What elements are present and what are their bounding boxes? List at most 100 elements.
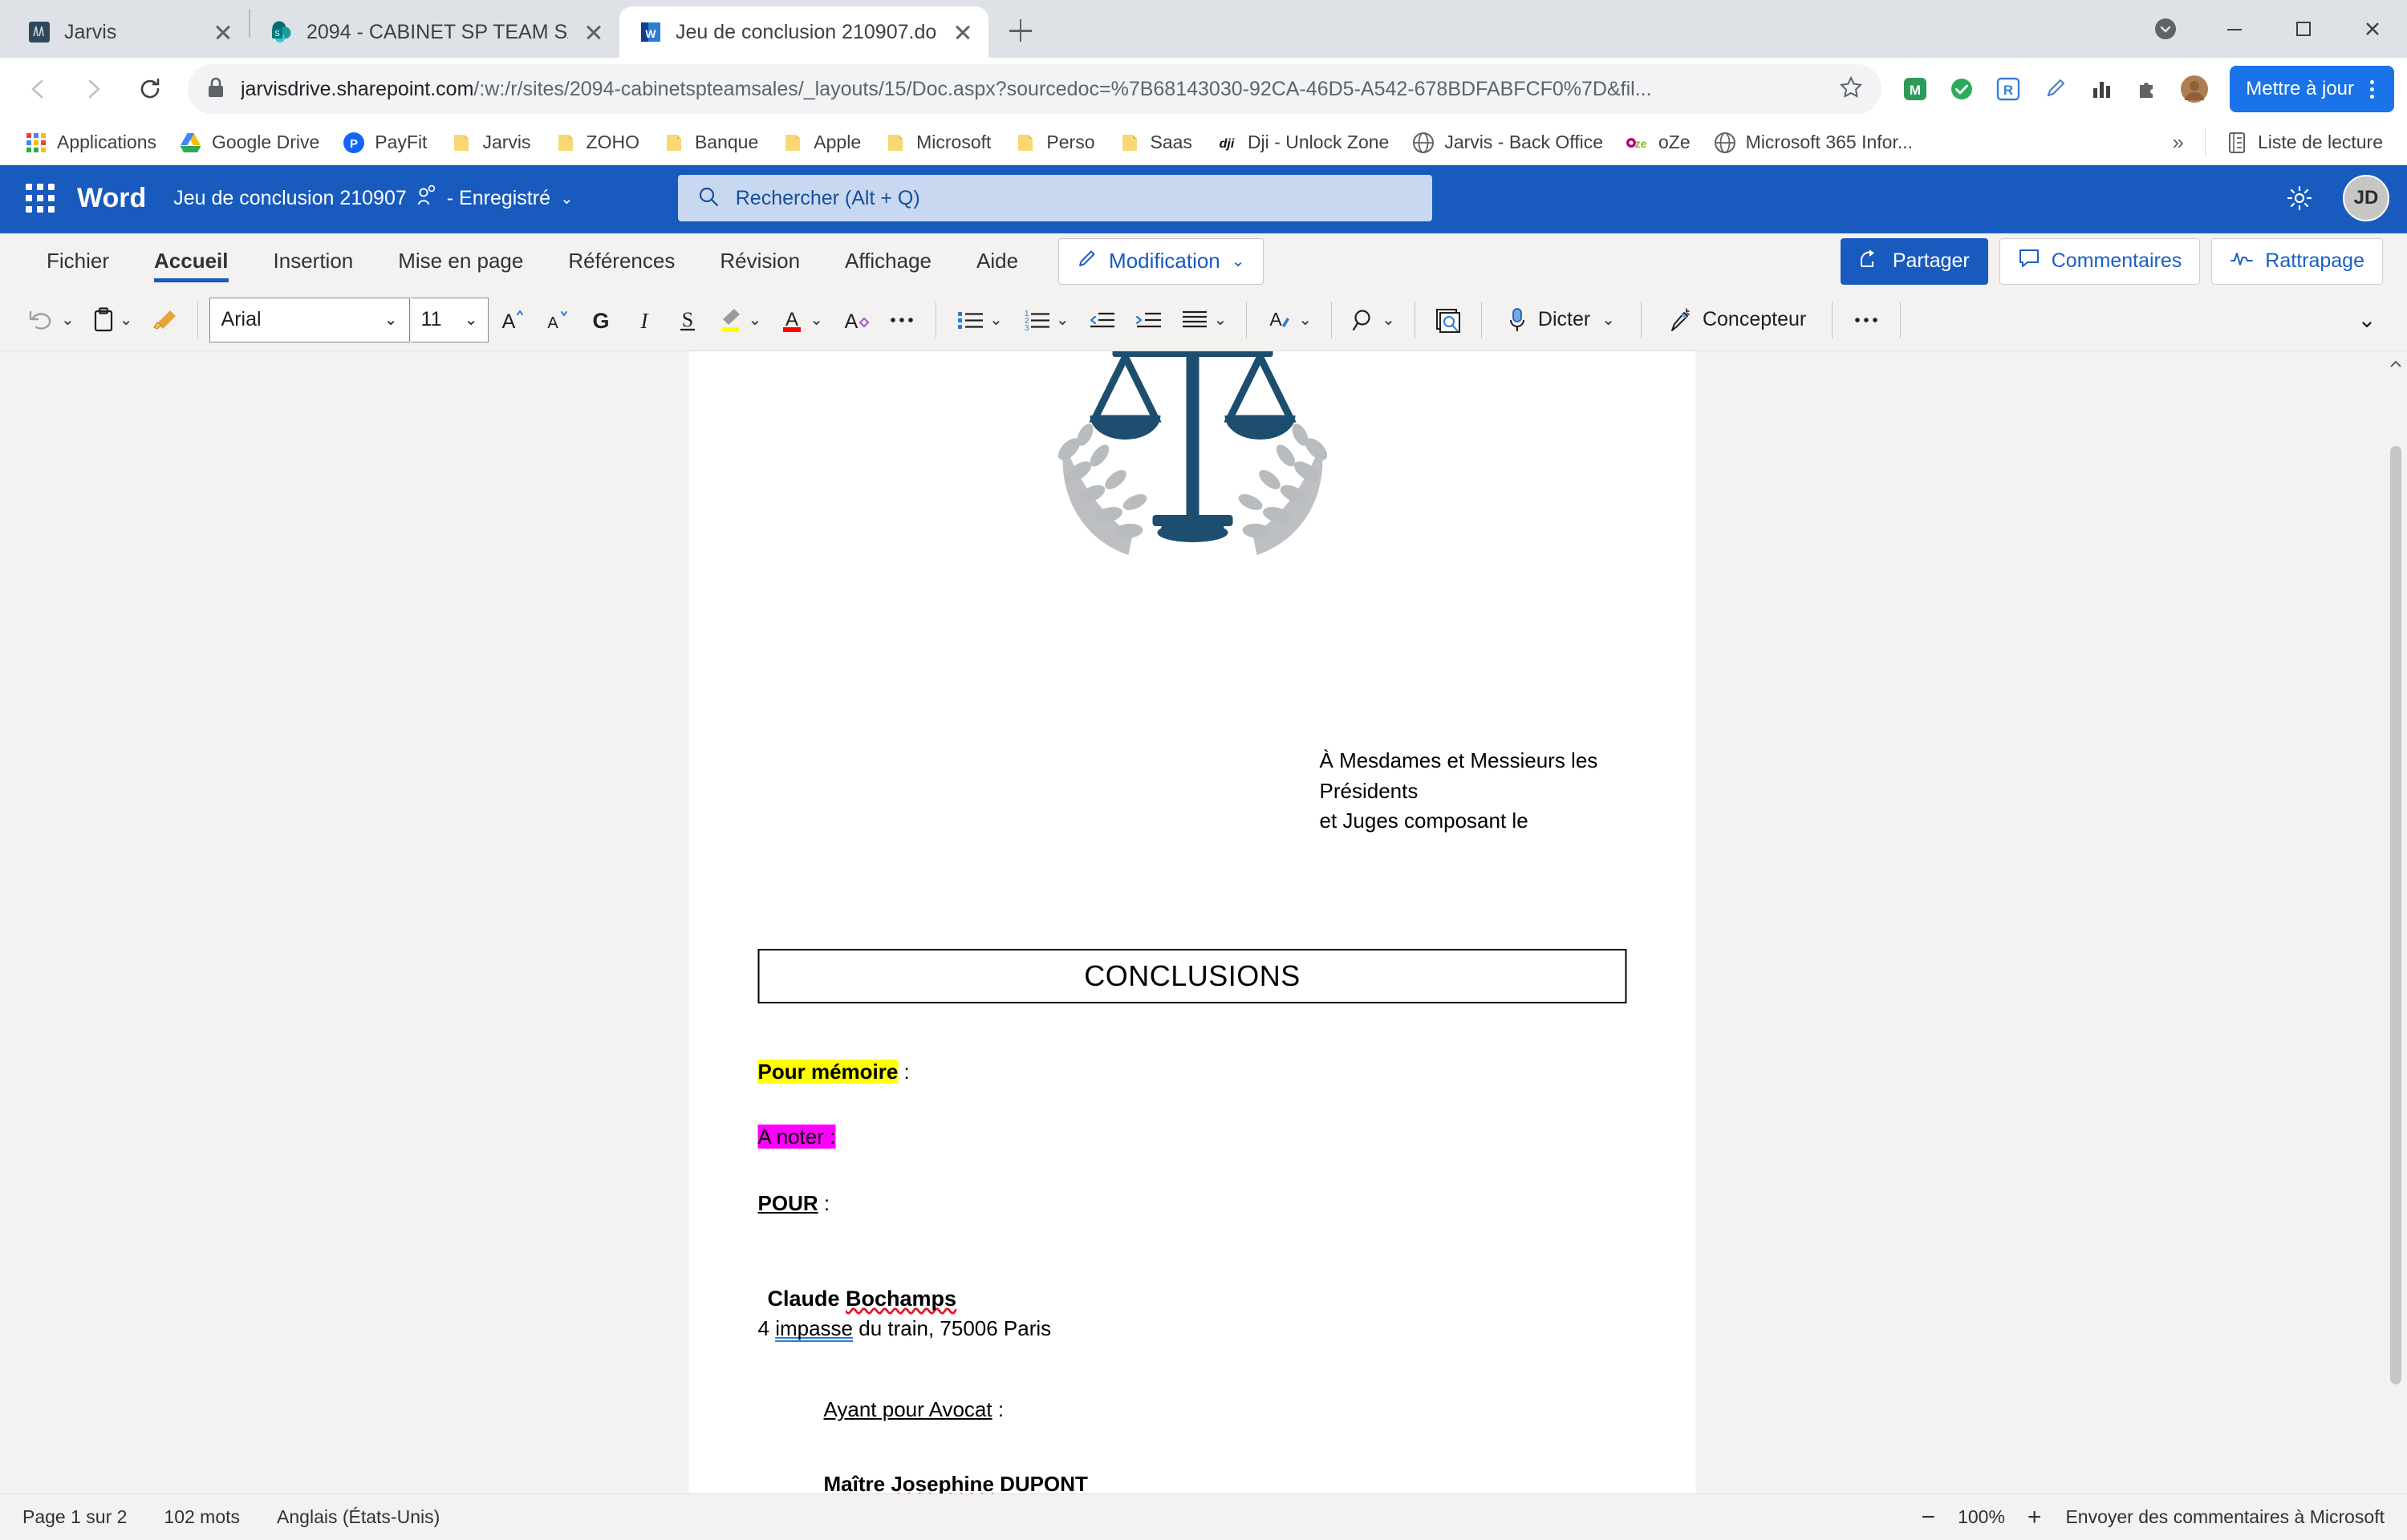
chrome-menu-icon[interactable] <box>2365 79 2378 99</box>
paragraph-alignment-button[interactable]: ⌄ <box>1172 296 1236 344</box>
chevron-down-icon[interactable]: ⌄ <box>989 310 1003 330</box>
decrease-indent-button[interactable] <box>1079 296 1124 344</box>
bookmark-payfit[interactable]: P PayFit <box>332 124 436 161</box>
new-tab-button[interactable] <box>998 8 1043 53</box>
address-bar[interactable]: jarvisdrive.sharepoint.com/:w:/r/sites/2… <box>188 64 1882 114</box>
more-font-options-button[interactable] <box>879 296 924 344</box>
bookmark-zoho[interactable]: ZOHO <box>544 124 649 161</box>
bookmark-microsoft[interactable]: Microsoft <box>874 124 1001 161</box>
feedback-link[interactable]: Envoyer des commentaires à Microsoft <box>2065 1506 2385 1528</box>
browser-tab-word-document[interactable]: W Jeu de conclusion 210907.docx <box>619 6 988 58</box>
pen-extension-icon[interactable] <box>2034 68 2076 110</box>
word-brand-label[interactable]: Word <box>77 183 146 214</box>
text-highlight-button[interactable]: ⌄ <box>710 296 770 344</box>
zoom-level[interactable]: 100% <box>1958 1506 2005 1528</box>
tab-revision[interactable]: Révision <box>697 233 822 289</box>
font-color-button[interactable]: A ⌄ <box>771 296 831 344</box>
chart-extension-icon[interactable] <box>2080 68 2122 110</box>
grammarly-icon[interactable]: M <box>1894 68 1936 110</box>
underline-button[interactable]: S <box>667 296 708 344</box>
bookmarks-overflow-button[interactable]: » <box>2161 130 2195 155</box>
close-icon[interactable] <box>209 18 237 47</box>
word-count[interactable]: 102 mots <box>164 1506 240 1528</box>
gear-icon[interactable] <box>2277 176 2322 221</box>
profile-chevron-icon[interactable] <box>2131 0 2200 58</box>
numbered-list-button[interactable]: 123 ⌄ <box>1013 296 1078 344</box>
tab-mise-en-page[interactable]: Mise en page <box>375 233 546 289</box>
format-painter-button[interactable] <box>143 296 186 344</box>
reading-list-button[interactable]: Liste de lecture <box>2215 124 2393 161</box>
bookmark-star-icon[interactable] <box>1838 75 1864 104</box>
app-launcher-icon[interactable] <box>18 176 63 221</box>
paste-button[interactable]: ⌄ <box>84 296 141 344</box>
tab-aide[interactable]: Aide <box>954 233 1041 289</box>
chevron-down-icon[interactable]: ⌄ <box>120 310 133 330</box>
immersive-reader-button[interactable] <box>1427 296 1470 344</box>
avatar[interactable]: JD <box>2343 175 2389 221</box>
puzzle-extension-icon[interactable] <box>2127 68 2169 110</box>
bookmark-jarvis[interactable]: Jarvis <box>440 124 540 161</box>
clear-formatting-button[interactable]: A <box>833 296 878 344</box>
dictate-button[interactable]: Dicter ⌄ <box>1493 296 1630 344</box>
bookmark-google-drive[interactable]: Google Drive <box>169 124 329 161</box>
document-scroll-area[interactable]: À Mesdames et Messieurs les Présidents e… <box>0 351 2385 1493</box>
profile-avatar-icon[interactable] <box>2174 68 2215 110</box>
bookmark-applications[interactable]: Applications <box>14 124 166 161</box>
tab-fichier[interactable]: Fichier <box>24 233 132 289</box>
chevron-down-icon[interactable]: ⌄ <box>810 310 823 330</box>
decrease-font-size-button[interactable]: A <box>535 296 578 344</box>
bookmark-apple[interactable]: Apple <box>771 124 871 161</box>
tab-insertion[interactable]: Insertion <box>251 233 376 289</box>
document-title[interactable]: Jeu de conclusion 210907 <box>173 187 407 210</box>
share-button[interactable]: Partager <box>1840 237 1988 285</box>
bookmark-perso[interactable]: Perso <box>1004 124 1104 161</box>
tab-references[interactable]: Références <box>546 233 697 289</box>
styles-button[interactable]: A ⌄ <box>1258 296 1320 344</box>
collapse-ribbon-button[interactable]: ⌄ <box>2346 296 2388 344</box>
chevron-down-icon[interactable]: ⌄ <box>1382 310 1395 330</box>
increase-font-size-button[interactable]: A <box>490 296 534 344</box>
bookmark-oze[interactable]: ze oZe <box>1616 124 1700 161</box>
undo-button[interactable]: ⌄ <box>19 296 83 344</box>
bookmark-dji-unlock-zone[interactable]: dji Dji - Unlock Zone <box>1205 124 1398 161</box>
search-input[interactable]: Rechercher (Alt + Q) <box>677 175 1432 221</box>
chevron-down-icon[interactable]: ⌄ <box>1056 310 1070 330</box>
chevron-down-icon[interactable]: ⌄ <box>749 310 762 330</box>
chevron-down-icon[interactable]: ⌄ <box>560 188 574 209</box>
font-family-select[interactable]: Arial ⌄ <box>209 297 410 342</box>
close-window-icon[interactable] <box>2338 0 2407 58</box>
scrollbar-thumb[interactable] <box>2390 446 2401 1384</box>
language-indicator[interactable]: Anglais (États-Unis) <box>277 1506 440 1528</box>
italic-button[interactable]: I <box>623 296 665 344</box>
forward-arrow-icon[interactable] <box>69 64 119 114</box>
catchup-button[interactable]: Rattrapage <box>2211 237 2383 285</box>
browser-tab-sharepoint[interactable]: S 2094 - CABINET SP TEAM SALES <box>250 6 619 58</box>
more-toolbar-options-button[interactable] <box>1844 296 1889 344</box>
find-button[interactable]: ⌄ <box>1343 296 1403 344</box>
chevron-down-icon[interactable]: ⌄ <box>1601 310 1615 330</box>
chevron-down-icon[interactable]: ⌄ <box>1214 310 1228 330</box>
chevron-down-icon[interactable]: ⌄ <box>61 310 75 330</box>
shield-check-icon[interactable] <box>1941 68 1983 110</box>
bookmark-jarvis-back-office[interactable]: Jarvis - Back Office <box>1402 124 1613 161</box>
bulleted-list-button[interactable]: ⌄ <box>948 296 1011 344</box>
document-page[interactable]: À Mesdames et Messieurs les Présidents e… <box>688 351 1696 1493</box>
close-icon[interactable] <box>579 18 608 47</box>
comments-button[interactable]: Commentaires <box>1999 237 2201 285</box>
bookmark-saas[interactable]: Saas <box>1108 124 1202 161</box>
bookmark-microsoft-365-infor[interactable]: Microsoft 365 Infor... <box>1703 124 1922 161</box>
browser-tab-jarvis[interactable]: Jarvis <box>8 6 249 58</box>
zoom-out-button[interactable]: − <box>1922 1505 1936 1530</box>
back-arrow-icon[interactable] <box>13 64 63 114</box>
scroll-up-icon[interactable] <box>2385 353 2407 375</box>
bookmark-banque[interactable]: Banque <box>652 124 768 161</box>
update-browser-button[interactable]: Mettre à jour <box>2230 66 2394 112</box>
tab-affichage[interactable]: Affichage <box>822 233 954 289</box>
page-indicator[interactable]: Page 1 sur 2 <box>22 1506 127 1528</box>
document-title-area[interactable]: Jeu de conclusion 210907 - Enregistré ⌄ <box>173 184 574 213</box>
close-icon[interactable] <box>948 18 977 47</box>
r-extension-icon[interactable]: R <box>1987 68 2029 110</box>
maximize-icon[interactable] <box>2269 0 2338 58</box>
designer-button[interactable]: Concepteur <box>1653 296 1820 344</box>
document-scrollbar[interactable] <box>2385 351 2407 1493</box>
